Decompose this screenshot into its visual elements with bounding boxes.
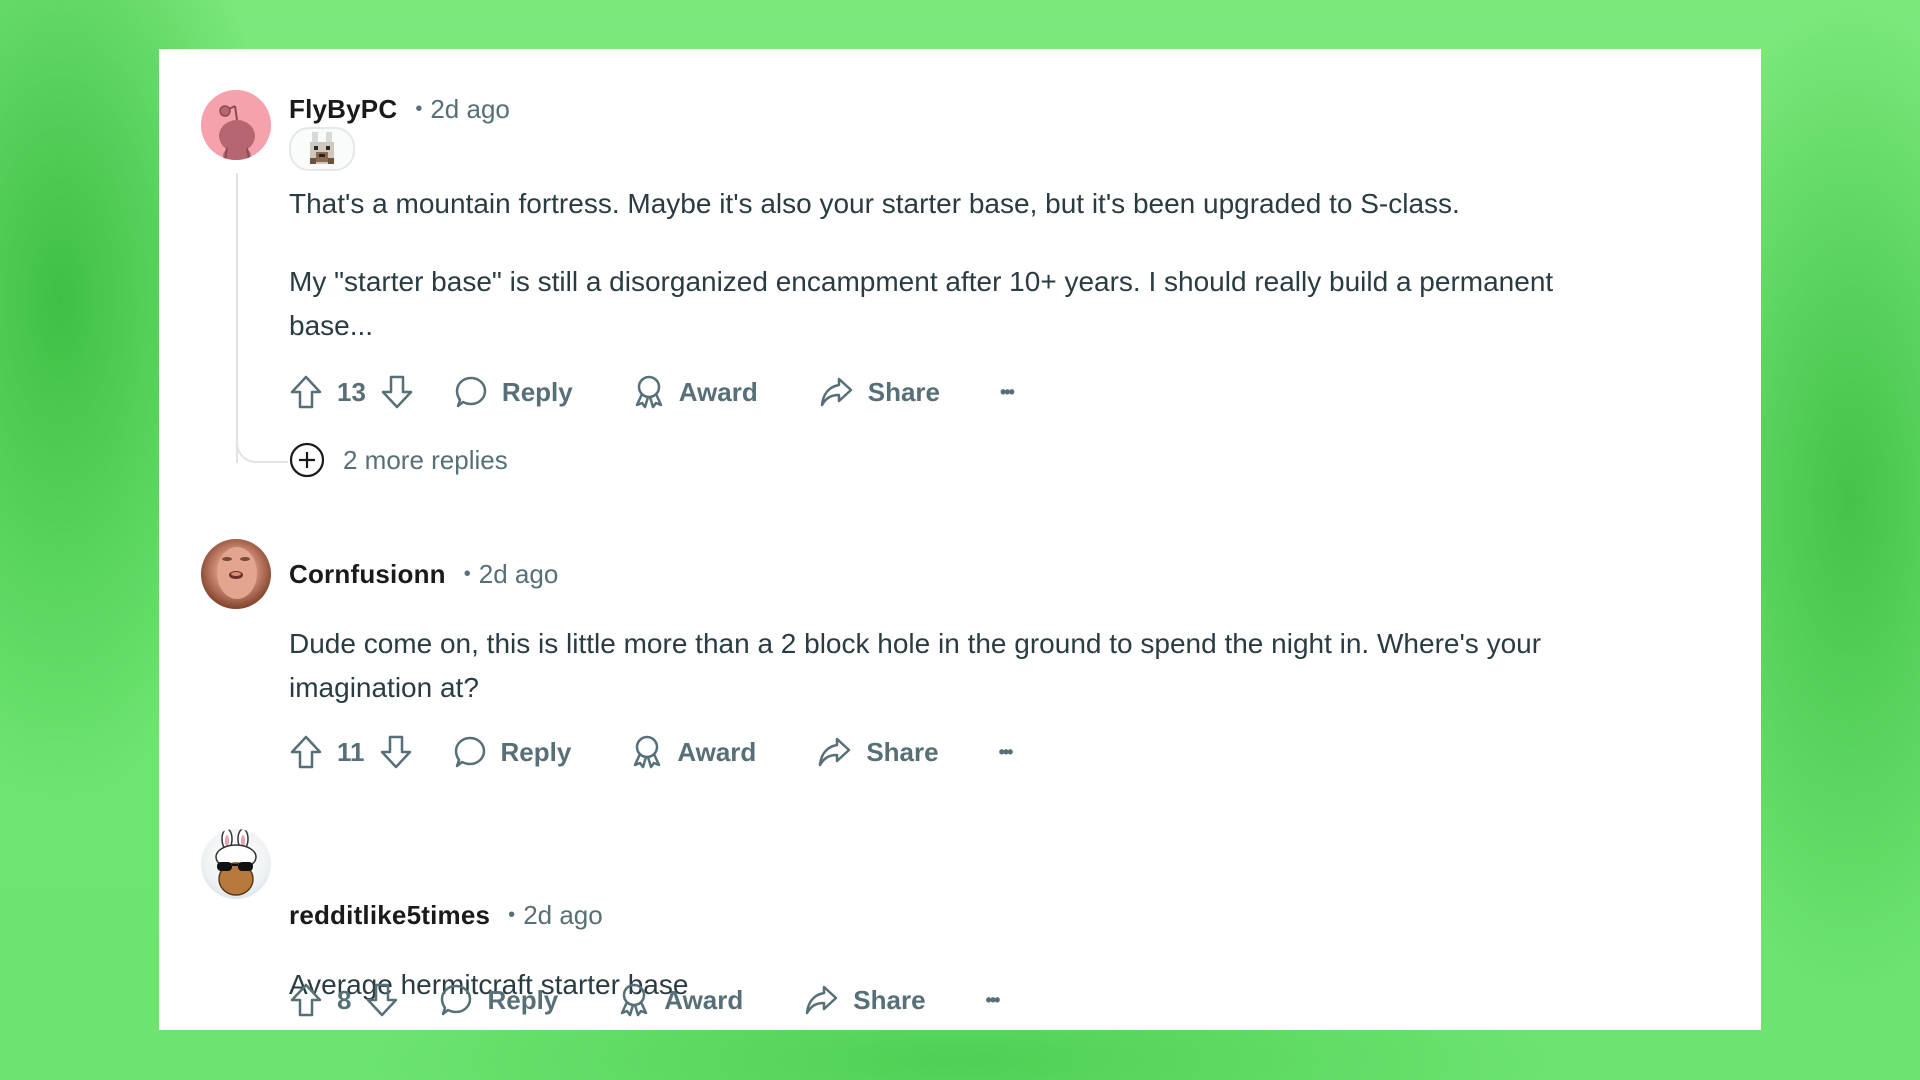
comment-body: Dude come on, this is little more than a… [289,622,1689,710]
downvote-button[interactable] [380,374,414,410]
downvote-arrow-icon [381,375,413,409]
more-dots-icon: ••• [985,989,1001,1010]
timestamp[interactable]: 2d ago [479,559,559,590]
share-arrow-icon [819,737,851,767]
comments-card: FlyByPC • 2d ago That's a mountain fortr… [159,49,1761,1030]
downvote-button[interactable] [365,982,399,1018]
share-label: Share [867,376,940,407]
share-button[interactable]: Share [816,735,939,769]
username[interactable]: Cornfusionn [289,559,446,590]
reply-label: Reply [500,736,572,767]
downvote-arrow-icon [367,983,398,1017]
more-dots-icon: ••• [998,741,1014,762]
more-options-button[interactable]: ••• [985,989,1001,1011]
reply-button[interactable]: Reply [439,983,558,1017]
timestamp[interactable]: 2d ago [430,94,510,125]
comment-paragraph: My "starter base" is still a disorganize… [289,266,1554,341]
avatar[interactable] [201,90,271,160]
upvote-button[interactable] [289,734,323,770]
award-button[interactable]: Award [631,734,756,770]
avatar[interactable] [201,539,271,609]
award-label: Award [677,736,757,767]
award-ribbon-icon [634,735,661,769]
upvote-arrow-icon [290,735,322,769]
comment-action-bar: 8 Reply Award Share ••• [289,978,1001,1022]
user-flair [289,127,355,171]
award-button[interactable]: Award [633,374,758,410]
award-label: Award [664,984,744,1015]
username[interactable]: FlyByPC [289,94,397,125]
plus-circle-icon [289,442,325,478]
vote-score: 11 [337,736,365,767]
thread-line[interactable] [236,173,238,463]
separator-dot: • [415,97,423,120]
more-options-button[interactable]: ••• [998,741,1014,763]
reply-button[interactable]: Reply [453,735,572,769]
share-arrow-icon [806,985,838,1015]
comment-action-bar: 13 Reply Award Share ••• [289,370,1015,414]
comment-action-bar: 11 Reply Award Share ••• [289,730,1014,774]
thread-connector [236,439,288,463]
share-arrow-icon [820,377,852,407]
vote-score: 8 [337,984,352,1015]
upvote-button[interactable] [289,374,323,410]
upvote-arrow-icon [290,983,322,1017]
award-label: Award [678,376,758,407]
separator-dot: • [463,562,471,585]
speech-bubble-icon [441,984,472,1016]
speech-bubble-icon [454,736,485,768]
comment-meta: FlyByPC • 2d ago [289,89,510,129]
reply-button[interactable]: Reply [454,375,573,409]
minecraft-wolf-flair-icon [310,132,334,164]
speech-bubble-icon [455,376,487,408]
downvote-button[interactable] [379,734,413,770]
avatar[interactable] [201,829,271,899]
award-ribbon-icon [635,375,662,409]
downvote-arrow-icon [380,735,411,769]
share-label: Share [866,736,939,767]
face-photo-avatar-icon [217,547,257,599]
upvote-button[interactable] [289,982,323,1018]
more-replies-button[interactable]: 2 more replies [289,442,508,478]
share-button[interactable]: Share [803,983,926,1017]
comment-meta: Cornfusionn • 2d ago [289,554,558,594]
more-dots-icon: ••• [1000,381,1015,402]
upvote-arrow-icon [290,375,322,409]
bunny-sunglasses-avatar-icon [215,829,257,896]
award-ribbon-icon [621,983,648,1017]
share-label: Share [853,984,926,1015]
comment-paragraph: That's a mountain fortress. Maybe it's a… [289,188,1460,219]
reply-label: Reply [501,376,573,407]
reply-label: Reply [487,984,559,1015]
comment-paragraph: Dude come on, this is little more than a… [289,628,1542,703]
more-replies-label: 2 more replies [343,444,508,475]
comment-body: That's a mountain fortress. Maybe it's a… [289,182,1689,348]
more-options-button[interactable]: ••• [1000,381,1015,403]
share-button[interactable]: Share [818,375,940,409]
vote-score: 13 [337,376,366,407]
award-button[interactable]: Award [618,982,743,1018]
snoo-avatar-icon [201,90,271,160]
